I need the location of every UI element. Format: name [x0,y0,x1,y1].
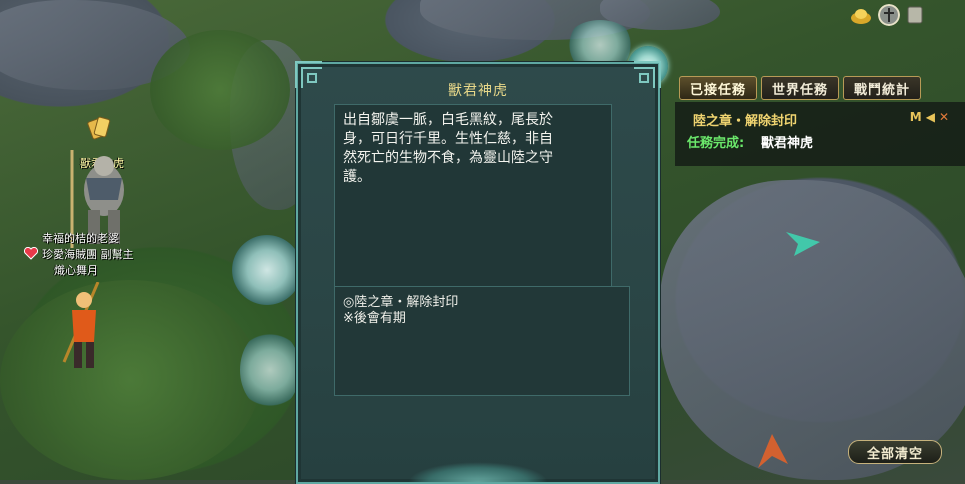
description-box: 出自鄒虞一脈，白毛黑紋，尾長於 身，可日行千里。生性仁慈，非自 然死亡的生物不食… [334,104,612,298]
quest-list-item[interactable]: ※後會有期 [343,307,406,326]
tab-accepted-quests[interactable]: 已接任務 [679,76,758,100]
player-name[interactable]: 熾心舞月 [54,262,98,278]
tracked-quest-title[interactable]: 陸之章・解除封印 [693,110,797,129]
panel-title: 獸君神虎 [448,83,508,99]
grass-patch [150,30,290,150]
quest-status-target[interactable]: 獸君神虎 [761,132,813,151]
panel-title-bar: 獸君神虎 [328,76,628,104]
quest-scroll-icon[interactable] [86,114,112,142]
player-character[interactable] [58,282,108,372]
heart-icon [24,247,38,260]
quest-info-panel: 獸君神虎 出自鄒虞一脈，白毛黑紋，尾長於 身，可日行千里。生性仁慈，非自 然死亡… [295,61,661,484]
grass-patch [0,280,260,480]
lotus-flower [232,235,302,305]
gold-ingot-icon[interactable] [850,4,872,26]
player-guild: 珍愛海賊團 副幫主 [42,248,134,261]
direction-arrow-icon [758,434,788,468]
corner-ornament [634,61,661,88]
map-icon[interactable]: M [910,110,922,124]
clear-all-button[interactable]: 全部清空 [848,440,942,464]
scroll-icon[interactable] [904,4,926,26]
direction-arrow-icon [786,232,820,256]
rock [660,180,965,480]
round-shield-icon[interactable] [878,4,900,26]
panel-bottom-ornament [408,462,548,482]
tab-world-quests[interactable]: 世界任務 [761,76,840,100]
player-title-1: 幸福的桔的老婆 [42,232,119,245]
quest-tracker: 陸之章・解除封印 M ◀ ✕ 任務完成: 獸君神虎 [675,102,965,166]
quest-list-box: ◎陸之章・解除封印 ※後會有期 [334,286,630,396]
tab-battle-stats[interactable]: 戰鬥統計 [843,76,922,100]
quest-status-label: 任務完成: [687,136,745,151]
lotus-flower [240,330,300,410]
corner-ornament [295,61,322,88]
close-icon[interactable]: ✕ [939,110,949,124]
quest-description: 出自鄒虞一脈，白毛黑紋，尾長於 身，可日行千里。生性仁慈，非自 然死亡的生物不食… [343,112,553,185]
quest-action-icons: M ◀ ✕ [910,110,949,124]
navigate-icon[interactable]: ◀ [926,110,935,124]
tracker-tabs: 已接任務 世界任務 戰鬥統計 [679,76,922,100]
